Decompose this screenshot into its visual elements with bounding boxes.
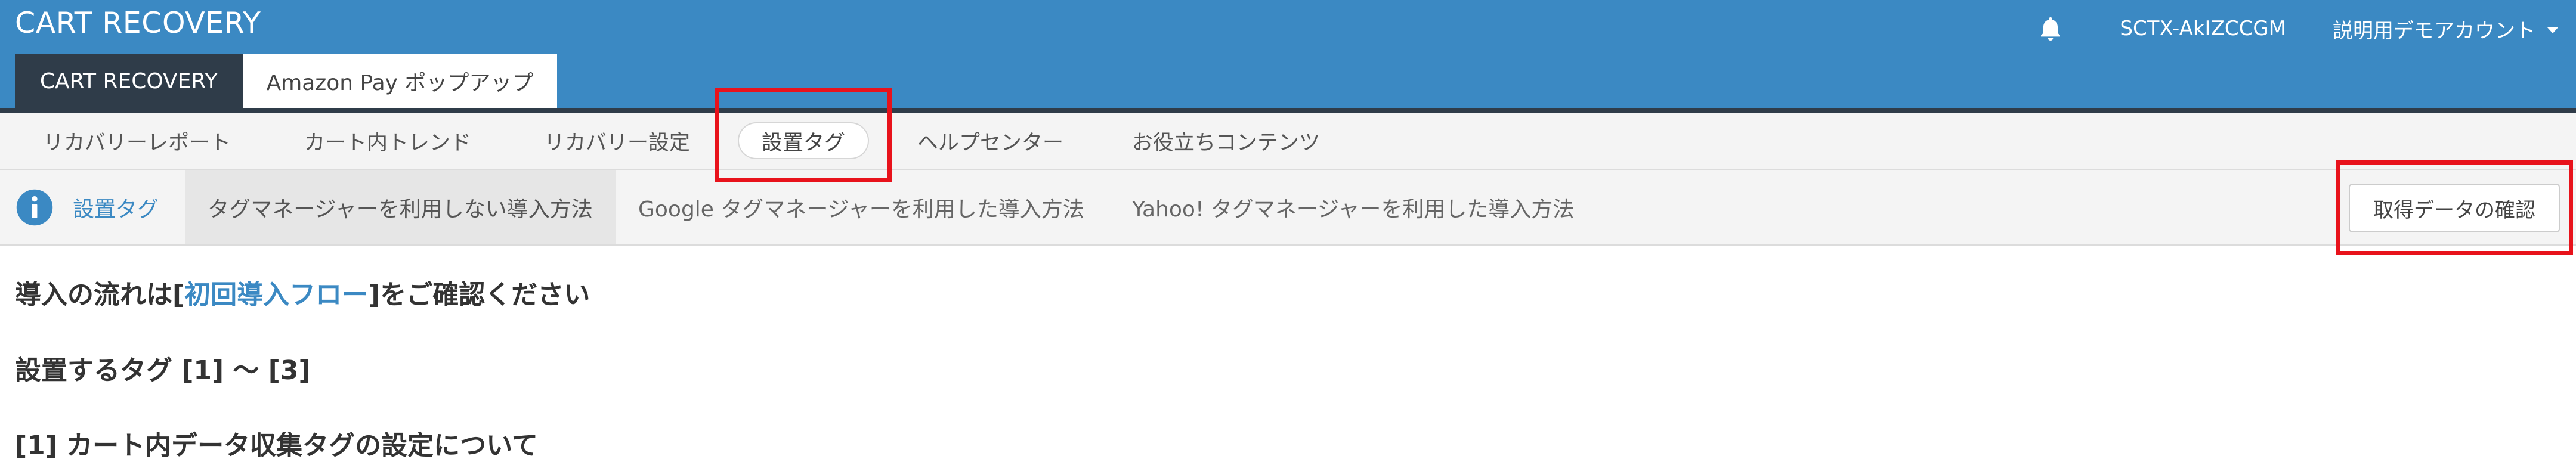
- caret-down-icon: [2547, 27, 2558, 33]
- subnav-recovery-report[interactable]: リカバリーレポート: [43, 113, 231, 169]
- subnav-useful-contents[interactable]: お役立ちコンテンツ: [1132, 113, 1320, 169]
- account-name: 説明用デモアカウント: [2333, 18, 2535, 43]
- flow-prefix: 導入の流れは[: [15, 280, 185, 310]
- tag-method-bar: 設置タグ タグマネージャーを利用しない導入方法 Google タグマネージャーを…: [0, 170, 2576, 246]
- app-logo[interactable]: CART RECOVERY: [15, 6, 261, 40]
- tab-amazon-pay-popup[interactable]: Amazon Pay ポップアップ: [243, 54, 557, 108]
- install-tag-label: 設置タグ: [73, 197, 159, 222]
- info-circle-icon: [16, 189, 53, 226]
- confirm-data-button[interactable]: 取得データの確認: [2349, 184, 2560, 232]
- subnav-recovery-settings[interactable]: リカバリー設定: [544, 113, 690, 169]
- initial-flow-link[interactable]: 初回導入フロー: [184, 280, 368, 310]
- flow-suffix: ]をご確認ください: [368, 280, 590, 310]
- bell-icon[interactable]: [2036, 14, 2065, 43]
- subnav-install-tag[interactable]: 設置タグ: [738, 122, 870, 159]
- method-tab-no-tag-manager[interactable]: タグマネージャーを利用しない導入方法: [185, 170, 616, 244]
- subnav-help-center[interactable]: ヘルプセンター: [917, 113, 1063, 169]
- header-actions: SCTX-AkIZCCGM 説明用デモアカウント: [2036, 11, 2558, 46]
- app-header: CART RECOVERY SCTX-AkIZCCGM 説明用デモアカウント C…: [0, 0, 2576, 108]
- subnav-cart-trend[interactable]: カート内トレンド: [304, 113, 471, 169]
- account-menu[interactable]: 説明用デモアカウント: [2333, 14, 2558, 44]
- method-tab-yahoo-tag-manager[interactable]: Yahoo! タグマネージャーを利用した導入方法: [1132, 170, 1585, 244]
- account-id: SCTX-AkIZCCGM: [2120, 17, 2286, 41]
- flow-instruction: 導入の流れは[初回導入フロー]をご確認ください: [15, 273, 590, 311]
- method-tab-google-tag-manager[interactable]: Google タグマネージャーを利用した導入方法: [638, 170, 1088, 244]
- header-divider: [0, 108, 2576, 113]
- tab-cart-recovery[interactable]: CART RECOVERY: [15, 54, 243, 108]
- section-1-heading: [1] カート内データ収集タグの設定について: [15, 430, 538, 461]
- tags-heading: 設置するタグ [1] ～ [3]: [15, 355, 311, 386]
- sub-navigation: リカバリーレポート カート内トレンド リカバリー設定 設置タグ ヘルプセンター …: [0, 113, 2576, 170]
